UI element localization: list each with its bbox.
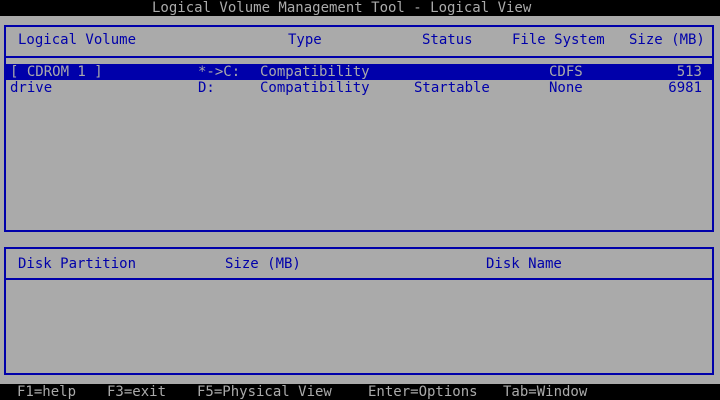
volume-file-system: None — [549, 80, 583, 96]
volume-drive: D: — [198, 80, 215, 96]
column-header-file-system: File System — [512, 32, 605, 48]
volume-row[interactable]: [ CDROM 1 ] *->C: Compatibility CDFS 513 — [6, 64, 712, 80]
disk-partition-panel[interactable]: Disk Partition Size (MB) Disk Name — [4, 247, 714, 375]
volume-file-system: CDFS — [549, 64, 583, 80]
volume-name: drive — [10, 80, 53, 96]
title-bar: Logical Volume Management Tool - Logical… — [0, 0, 720, 16]
column-header-type: Type — [288, 32, 322, 48]
physical-view-key-hint[interactable]: F5=Physical View — [197, 384, 332, 400]
header-separator — [6, 278, 712, 280]
volume-status: Startable — [414, 80, 490, 96]
volume-type: Compatibility — [260, 64, 370, 80]
window-key-hint[interactable]: Tab=Window — [503, 384, 587, 400]
column-header-size: Size (MB) — [629, 32, 705, 48]
window-title: Logical Volume Management Tool - Logical… — [152, 0, 532, 16]
header-separator — [6, 56, 712, 58]
volume-size: 6981 — [668, 80, 702, 96]
volume-size: 513 — [676, 64, 702, 80]
help-key-hint[interactable]: F1=help — [17, 384, 76, 400]
status-bar: F1=help F3=exit F5=Physical View Enter=O… — [0, 384, 720, 400]
volume-drive: *->C: — [198, 64, 241, 80]
exit-key-hint[interactable]: F3=exit — [107, 384, 166, 400]
column-header-disk-partition: Disk Partition — [18, 256, 137, 272]
volume-type: Compatibility — [260, 80, 370, 96]
volume-name: [ CDROM 1 ] — [10, 64, 103, 80]
column-header-disk-name: Disk Name — [486, 256, 562, 272]
column-header-status: Status — [422, 32, 473, 48]
column-header-partition-size: Size (MB) — [225, 256, 301, 272]
options-key-hint[interactable]: Enter=Options — [368, 384, 478, 400]
volume-row[interactable]: drive D: Compatibility Startable None 69… — [6, 80, 712, 96]
logical-volume-panel[interactable]: Logical Volume Type Status File System S… — [4, 25, 714, 232]
column-header-logical-volume: Logical Volume — [18, 32, 137, 48]
